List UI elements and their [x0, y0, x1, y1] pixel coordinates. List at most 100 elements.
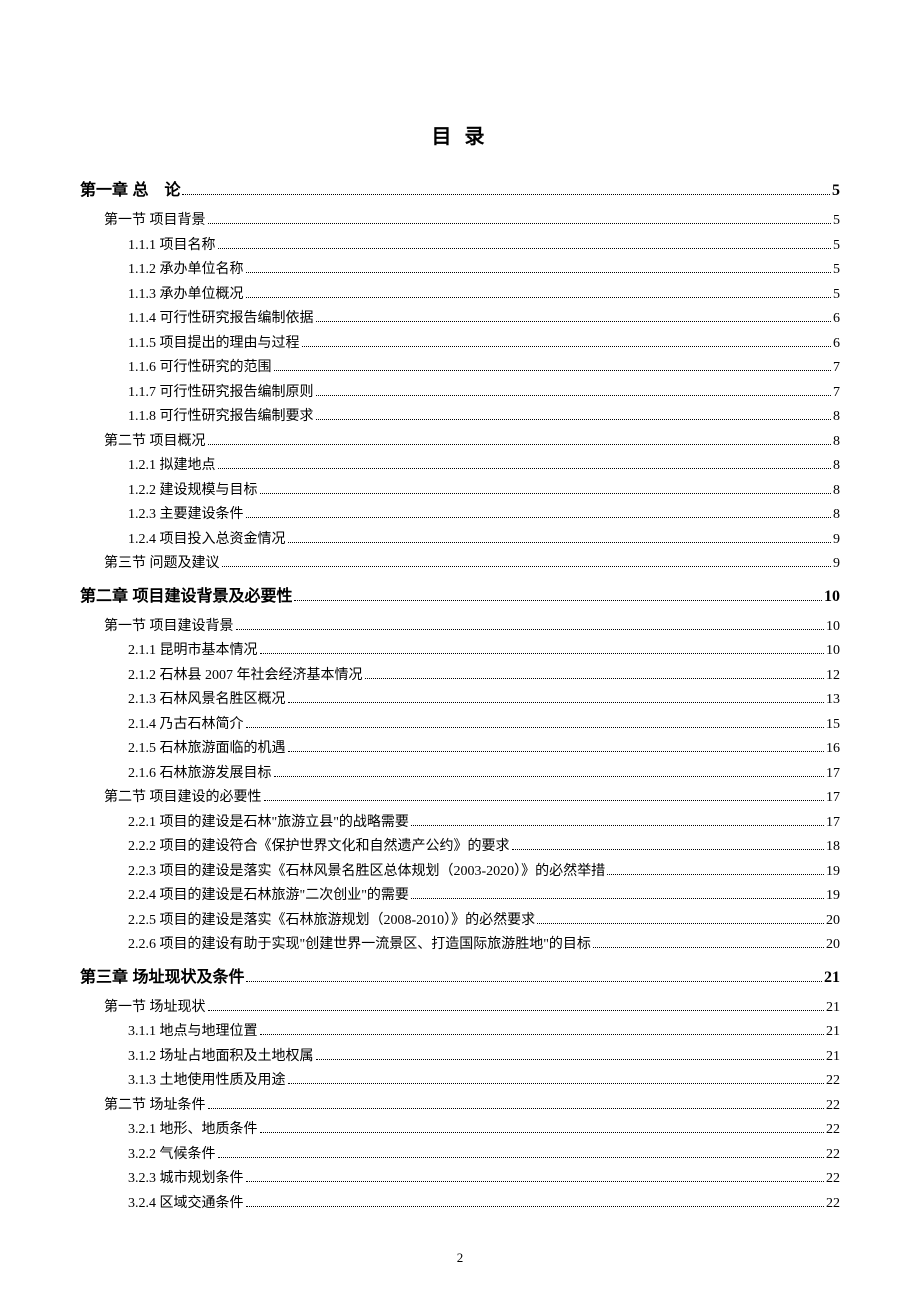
toc-entry[interactable]: 2.2.2 项目的建设符合《保护世界文化和自然遗产公约》的要求18 [80, 835, 840, 860]
toc-entry[interactable]: 3.1.2 场址占地面积及土地权属21 [80, 1045, 840, 1070]
toc-entry[interactable]: 1.2.4 项目投入总资金情况9 [80, 528, 840, 553]
toc-entry-page: 15 [826, 713, 840, 738]
toc-entry[interactable]: 2.1.1 昆明市基本情况 10 [80, 639, 840, 664]
toc-entry-label: 第二节 项目建设的必要性 [104, 786, 262, 811]
toc-entry-label: 2.1.3 石林风景名胜区概况 [128, 688, 286, 713]
toc-entry[interactable]: 第一章 总 论5 [80, 177, 840, 205]
toc-entry-label: 第一节 项目建设背景 [104, 615, 234, 640]
toc-entry[interactable]: 第二节 场址条件22 [80, 1094, 840, 1119]
toc-entry-label: 2.1.6 石林旅游发展目标 [128, 762, 272, 787]
toc-leader-dots [288, 542, 832, 543]
toc-entry[interactable]: 1.1.5 项目提出的理由与过程6 [80, 332, 840, 357]
toc-entry-label: 1.2.1 拟建地点 [128, 454, 216, 479]
toc-entry[interactable]: 2.1.2 石林县 2007 年社会经济基本情况12 [80, 664, 840, 689]
toc-entry[interactable]: 3.1.1 地点与地理位置21 [80, 1020, 840, 1045]
toc-entry-label: 3.2.4 区域交通条件 [128, 1192, 244, 1217]
toc-leader-dots [411, 898, 824, 899]
toc-leader-dots [208, 1108, 825, 1109]
toc-entry[interactable]: 1.2.1 拟建地点8 [80, 454, 840, 479]
toc-entry-label: 第一节 项目背景 [104, 209, 206, 234]
toc-entry[interactable]: 第三章 场址现状及条件21 [80, 964, 840, 992]
toc-entry-label: 1.1.2 承办单位名称 [128, 258, 244, 283]
toc-entry-page: 22 [826, 1167, 840, 1192]
toc-entry-page: 22 [826, 1094, 840, 1119]
toc-entry[interactable]: 3.1.3 土地使用性质及用途22 [80, 1069, 840, 1094]
toc-entry-label: 1.1.7 可行性研究报告编制原则 [128, 381, 314, 406]
toc-leader-dots [288, 1083, 825, 1084]
toc-entry-page: 5 [833, 209, 840, 234]
toc-entry[interactable]: 2.2.4 项目的建设是石林旅游"二次创业"的需要19 [80, 884, 840, 909]
toc-entry[interactable]: 第一节 项目背景 5 [80, 209, 840, 234]
toc-entry[interactable]: 1.1.1 项目名称5 [80, 234, 840, 259]
toc-entry-page: 21 [826, 996, 840, 1021]
toc-leader-dots [218, 468, 832, 469]
toc-leader-dots [294, 600, 822, 601]
toc-entry-page: 13 [826, 688, 840, 713]
toc-entry-page: 12 [826, 664, 840, 689]
toc-entry-label: 3.2.1 地形、地质条件 [128, 1118, 258, 1143]
page-number: 2 [0, 1250, 920, 1266]
toc-entry-page: 17 [826, 811, 840, 836]
toc-entry[interactable]: 第一节 场址现状21 [80, 996, 840, 1021]
toc-leader-dots [260, 493, 832, 494]
toc-entry[interactable]: 3.2.1 地形、地质条件 22 [80, 1118, 840, 1143]
toc-entry[interactable]: 1.1.7 可行性研究报告编制原则7 [80, 381, 840, 406]
toc-entry[interactable]: 2.2.6 项目的建设有助于实现"创建世界一流景区、打造国际旅游胜地"的目标20 [80, 933, 840, 958]
toc-entry[interactable]: 1.1.8 可行性研究报告编制要求8 [80, 405, 840, 430]
toc-entry-page: 10 [824, 583, 840, 611]
toc-entry[interactable]: 2.2.1 项目的建设是石林"旅游立县"的战略需要17 [80, 811, 840, 836]
toc-entry-label: 2.2.4 项目的建设是石林旅游"二次创业"的需要 [128, 884, 409, 909]
toc-entry-label: 3.1.2 场址占地面积及土地权属 [128, 1045, 314, 1070]
toc-entry[interactable]: 2.2.5 项目的建设是落实《石林旅游规划（2008-2010）》的必然要求20 [80, 909, 840, 934]
toc-entry[interactable]: 1.1.6 可行性研究的范围7 [80, 356, 840, 381]
toc-entry-page: 20 [826, 909, 840, 934]
toc-entry[interactable]: 1.2.3 主要建设条件8 [80, 503, 840, 528]
toc-entry-page: 10 [826, 615, 840, 640]
toc-leader-dots [218, 1157, 825, 1158]
toc-entry[interactable]: 1.1.4 可行性研究报告编制依据6 [80, 307, 840, 332]
toc-entry-label: 第三节 问题及建议 [104, 552, 220, 577]
toc-entry[interactable]: 第二节 项目建设的必要性 17 [80, 786, 840, 811]
toc-leader-dots [316, 1059, 825, 1060]
toc-entry[interactable]: 3.2.3 城市规划条件 22 [80, 1167, 840, 1192]
toc-leader-dots [593, 947, 824, 948]
toc-entry-page: 22 [826, 1069, 840, 1094]
toc-entry[interactable]: 1.1.2 承办单位名称 5 [80, 258, 840, 283]
toc-entry-page: 17 [826, 786, 840, 811]
toc-entry-page: 5 [833, 258, 840, 283]
toc-leader-dots [365, 678, 825, 679]
toc-leader-dots [246, 297, 832, 298]
toc-entry[interactable]: 3.2.2 气候条件22 [80, 1143, 840, 1168]
toc-title: 目 录 [80, 120, 840, 149]
toc-entry[interactable]: 第三节 问题及建议9 [80, 552, 840, 577]
toc-leader-dots [236, 629, 825, 630]
toc-entry[interactable]: 第一节 项目建设背景 10 [80, 615, 840, 640]
toc-entry[interactable]: 2.1.4 乃古石林简介 15 [80, 713, 840, 738]
toc-leader-dots [182, 194, 830, 195]
toc-entry[interactable]: 2.1.5 石林旅游面临的机遇16 [80, 737, 840, 762]
toc-entry[interactable]: 2.1.3 石林风景名胜区概况 13 [80, 688, 840, 713]
toc-leader-dots [246, 981, 822, 982]
toc-entry-label: 3.2.3 城市规划条件 [128, 1167, 244, 1192]
toc-entry-label: 2.2.3 项目的建设是落实《石林风景名胜区总体规划（2003-2020）》的必… [128, 860, 605, 885]
toc-leader-dots [302, 346, 832, 347]
toc-leader-dots [316, 395, 832, 396]
toc-entry-page: 8 [833, 479, 840, 504]
toc-entry-label: 1.1.6 可行性研究的范围 [128, 356, 272, 381]
toc-entry-page: 10 [826, 639, 840, 664]
toc-entry-label: 2.1.1 昆明市基本情况 [128, 639, 258, 664]
toc-leader-dots [264, 800, 825, 801]
toc-entry[interactable]: 第二章 项目建设背景及必要性10 [80, 583, 840, 611]
toc-entry-page: 19 [826, 860, 840, 885]
toc-entry[interactable]: 第二节 项目概况8 [80, 430, 840, 455]
toc-entry[interactable]: 3.2.4 区域交通条件22 [80, 1192, 840, 1217]
toc-entry[interactable]: 1.2.2 建设规模与目标8 [80, 479, 840, 504]
toc-entry-page: 21 [824, 964, 840, 992]
toc-entry[interactable]: 2.2.3 项目的建设是落实《石林风景名胜区总体规划（2003-2020）》的必… [80, 860, 840, 885]
toc-entry-label: 1.1.3 承办单位概况 [128, 283, 244, 308]
toc-entry-page: 22 [826, 1118, 840, 1143]
toc-entry-label: 2.1.4 乃古石林简介 [128, 713, 244, 738]
toc-entry[interactable]: 2.1.6 石林旅游发展目标17 [80, 762, 840, 787]
toc-entry[interactable]: 1.1.3 承办单位概况5 [80, 283, 840, 308]
toc-entry-page: 21 [826, 1020, 840, 1045]
